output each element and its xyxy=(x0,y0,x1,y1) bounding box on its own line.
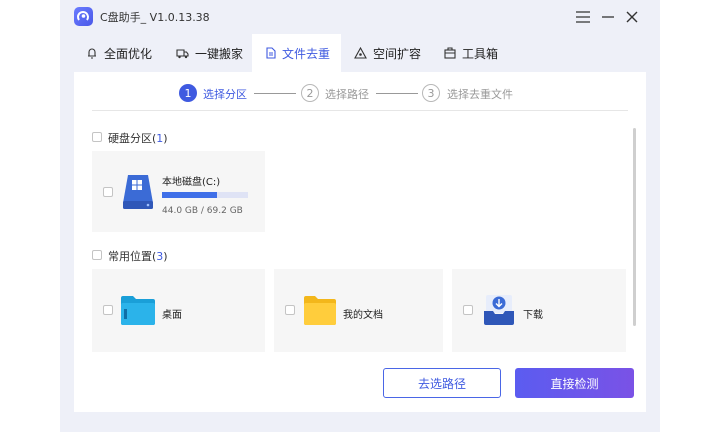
close-icon[interactable] xyxy=(622,7,642,27)
location-label: 我的文档 xyxy=(343,310,383,321)
disk-card-c[interactable]: 本地磁盘(C:) 44.0 GB / 69.2 GB xyxy=(92,151,265,232)
divider xyxy=(92,110,628,111)
app-logo-icon xyxy=(74,7,93,26)
tab-label: 空间扩容 xyxy=(373,46,422,61)
minimize-icon[interactable] xyxy=(598,7,618,27)
tab-label: 文件去重 xyxy=(282,46,331,61)
content-panel: 1 选择分区 2 选择路径 3 选择去重文件 硬盘分区(1) 本地磁盘(C:) … xyxy=(74,72,646,412)
disk-c-checkbox[interactable] xyxy=(103,187,113,197)
step-3-label: 选择去重文件 xyxy=(447,88,513,101)
step-indicator: 1 选择分区 2 选择路径 3 选择去重文件 xyxy=(74,82,646,104)
step-1-label: 选择分区 xyxy=(203,88,247,101)
tab-label: 全面优化 xyxy=(104,46,153,61)
documents-checkbox[interactable] xyxy=(285,305,295,315)
tab-label: 工具箱 xyxy=(462,46,499,61)
disk-name: 本地磁盘(C:) xyxy=(162,177,221,188)
disk-usage-bar xyxy=(162,192,248,198)
disk-section-checkbox[interactable] xyxy=(92,132,102,142)
app-title: C盘助手_ V1.0.13.38 xyxy=(100,11,210,24)
location-label: 桌面 xyxy=(162,310,182,321)
location-card-documents[interactable]: 我的文档 xyxy=(274,269,443,352)
menu-icon[interactable] xyxy=(573,7,593,27)
title-bar: C盘助手_ V1.0.13.38 xyxy=(60,0,660,34)
step-1-number: 1 xyxy=(179,84,197,102)
choose-path-button[interactable]: 去选路径 xyxy=(383,368,501,398)
step-connector xyxy=(254,93,296,94)
step-2-label: 选择路径 xyxy=(325,88,369,101)
downloads-checkbox[interactable] xyxy=(463,305,473,315)
common-section-title: 常用位置(3) xyxy=(108,250,168,263)
location-card-desktop[interactable]: 桌面 xyxy=(92,269,265,352)
step-connector xyxy=(376,93,418,94)
desktop-folder-icon xyxy=(121,295,155,329)
step-3-number: 3 xyxy=(422,84,440,102)
tab-space-expand[interactable]: 空间扩容 xyxy=(354,34,421,72)
hard-disk-icon xyxy=(122,174,154,214)
step-2-number: 2 xyxy=(301,84,319,102)
disk-usage-bar-fill xyxy=(162,192,217,198)
bell-icon xyxy=(88,48,96,59)
tab-full-optimize[interactable]: 全面优化 xyxy=(86,34,152,72)
documents-folder-icon xyxy=(304,295,336,329)
common-section-checkbox[interactable] xyxy=(92,250,102,260)
location-label: 下载 xyxy=(523,310,543,321)
detect-button[interactable]: 直接检测 xyxy=(515,368,634,398)
file-icon xyxy=(266,47,276,59)
toolbox-icon xyxy=(444,47,456,59)
disk-section-title: 硬盘分区(1) xyxy=(108,132,168,145)
main-tabs: 全面优化 一键搬家 文件去重 空间扩容 工具箱 xyxy=(74,34,646,72)
download-icon xyxy=(484,293,514,329)
location-card-downloads[interactable]: 下载 xyxy=(452,269,626,352)
expand-icon xyxy=(354,47,367,59)
truck-icon xyxy=(176,48,189,58)
desktop-checkbox[interactable] xyxy=(103,305,113,315)
tab-one-click-move[interactable]: 一键搬家 xyxy=(176,34,243,72)
scrollbar[interactable] xyxy=(633,128,636,326)
tab-file-dedup[interactable]: 文件去重 xyxy=(252,34,341,72)
tab-toolbox[interactable]: 工具箱 xyxy=(444,34,498,72)
disk-size: 44.0 GB / 69.2 GB xyxy=(162,206,243,216)
tab-label: 一键搬家 xyxy=(195,46,244,61)
app-window: C盘助手_ V1.0.13.38 全面优化 一键搬家 文件去重 空间扩容 工具箱… xyxy=(60,0,660,432)
